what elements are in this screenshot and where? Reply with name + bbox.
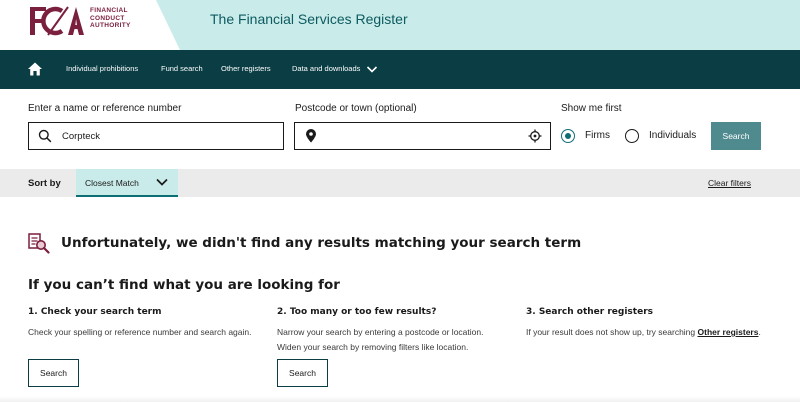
logo-wordmark: FINANCIAL CONDUCT AUTHORITY bbox=[90, 7, 131, 30]
help-col-3-body-text: If your result does not show up, try sea… bbox=[526, 327, 698, 337]
site-header: FINANCIAL CONDUCT AUTHORITY The Financia… bbox=[0, 0, 800, 50]
clear-filters-link[interactable]: Clear filters bbox=[708, 178, 751, 188]
search-icon bbox=[38, 129, 52, 143]
search-button[interactable]: Search bbox=[711, 122, 761, 150]
help-col-3-title: 3. Search other registers bbox=[526, 307, 653, 317]
main-nav: Individual prohibitions Fund search Othe… bbox=[0, 50, 800, 89]
individuals-radio-label[interactable]: Individuals bbox=[649, 130, 696, 141]
sort-label: Sort by bbox=[28, 178, 61, 189]
postcode-input[interactable] bbox=[325, 129, 525, 143]
firms-radio-label[interactable]: Firms bbox=[585, 130, 610, 141]
home-icon[interactable] bbox=[27, 61, 43, 77]
logo-line: AUTHORITY bbox=[90, 22, 131, 30]
help-col-1-title: 1. Check your search term bbox=[28, 307, 162, 317]
register-title[interactable]: The Financial Services Register bbox=[210, 11, 408, 27]
help-section-title: If you can’t find what you are looking f… bbox=[28, 277, 340, 293]
help-col-2-search-button[interactable]: Search bbox=[277, 359, 328, 387]
no-results-message: Unfortunately, we didn't find any result… bbox=[61, 235, 582, 251]
other-registers-link[interactable]: Other registers bbox=[698, 327, 759, 337]
postcode-field-label: Postcode or town (optional) bbox=[295, 103, 417, 114]
fca-logo-mark bbox=[30, 6, 84, 36]
no-results-search-icon bbox=[28, 233, 50, 254]
name-search-input[interactable] bbox=[62, 129, 262, 143]
name-field-label: Enter a name or reference number bbox=[28, 103, 182, 114]
name-search-field[interactable] bbox=[28, 122, 284, 150]
chevron-down-icon[interactable] bbox=[366, 65, 378, 74]
postcode-field[interactable] bbox=[294, 122, 551, 150]
sort-select[interactable]: Closest Match bbox=[76, 169, 178, 197]
chevron-down-icon bbox=[156, 178, 168, 186]
individuals-radio[interactable] bbox=[625, 129, 639, 143]
help-col-2-body: Narrow your search by entering a postcod… bbox=[277, 327, 484, 352]
sort-bar: Sort by Closest Match Clear filters bbox=[0, 169, 800, 197]
help-col-3-body: If your result does not show up, try sea… bbox=[526, 325, 776, 340]
logo-line: CONDUCT bbox=[90, 14, 125, 22]
help-col-1-body: Check your spelling or reference number … bbox=[28, 327, 252, 337]
sort-selected-value: Closest Match bbox=[85, 178, 139, 188]
nav-fund-search[interactable]: Fund search bbox=[161, 64, 203, 73]
location-pin-icon bbox=[306, 129, 316, 143]
help-col-1-search-button[interactable]: Search bbox=[28, 359, 79, 387]
help-col-3-body-end: . bbox=[758, 327, 761, 337]
show-first-label: Show me first bbox=[561, 103, 622, 114]
fca-logo[interactable]: FINANCIAL CONDUCT AUTHORITY bbox=[28, 5, 168, 41]
logo-line: FINANCIAL bbox=[90, 7, 128, 14]
page-bottom-fade bbox=[0, 396, 800, 402]
firms-radio[interactable] bbox=[561, 129, 575, 143]
nav-individual-prohibitions[interactable]: Individual prohibitions bbox=[66, 64, 138, 73]
help-col-2-title: 2. Too many or too few results? bbox=[277, 307, 437, 317]
nav-data-and-downloads[interactable]: Data and downloads bbox=[292, 64, 360, 73]
nav-other-registers[interactable]: Other registers bbox=[221, 64, 271, 73]
crosshair-locate-icon[interactable] bbox=[528, 129, 542, 143]
